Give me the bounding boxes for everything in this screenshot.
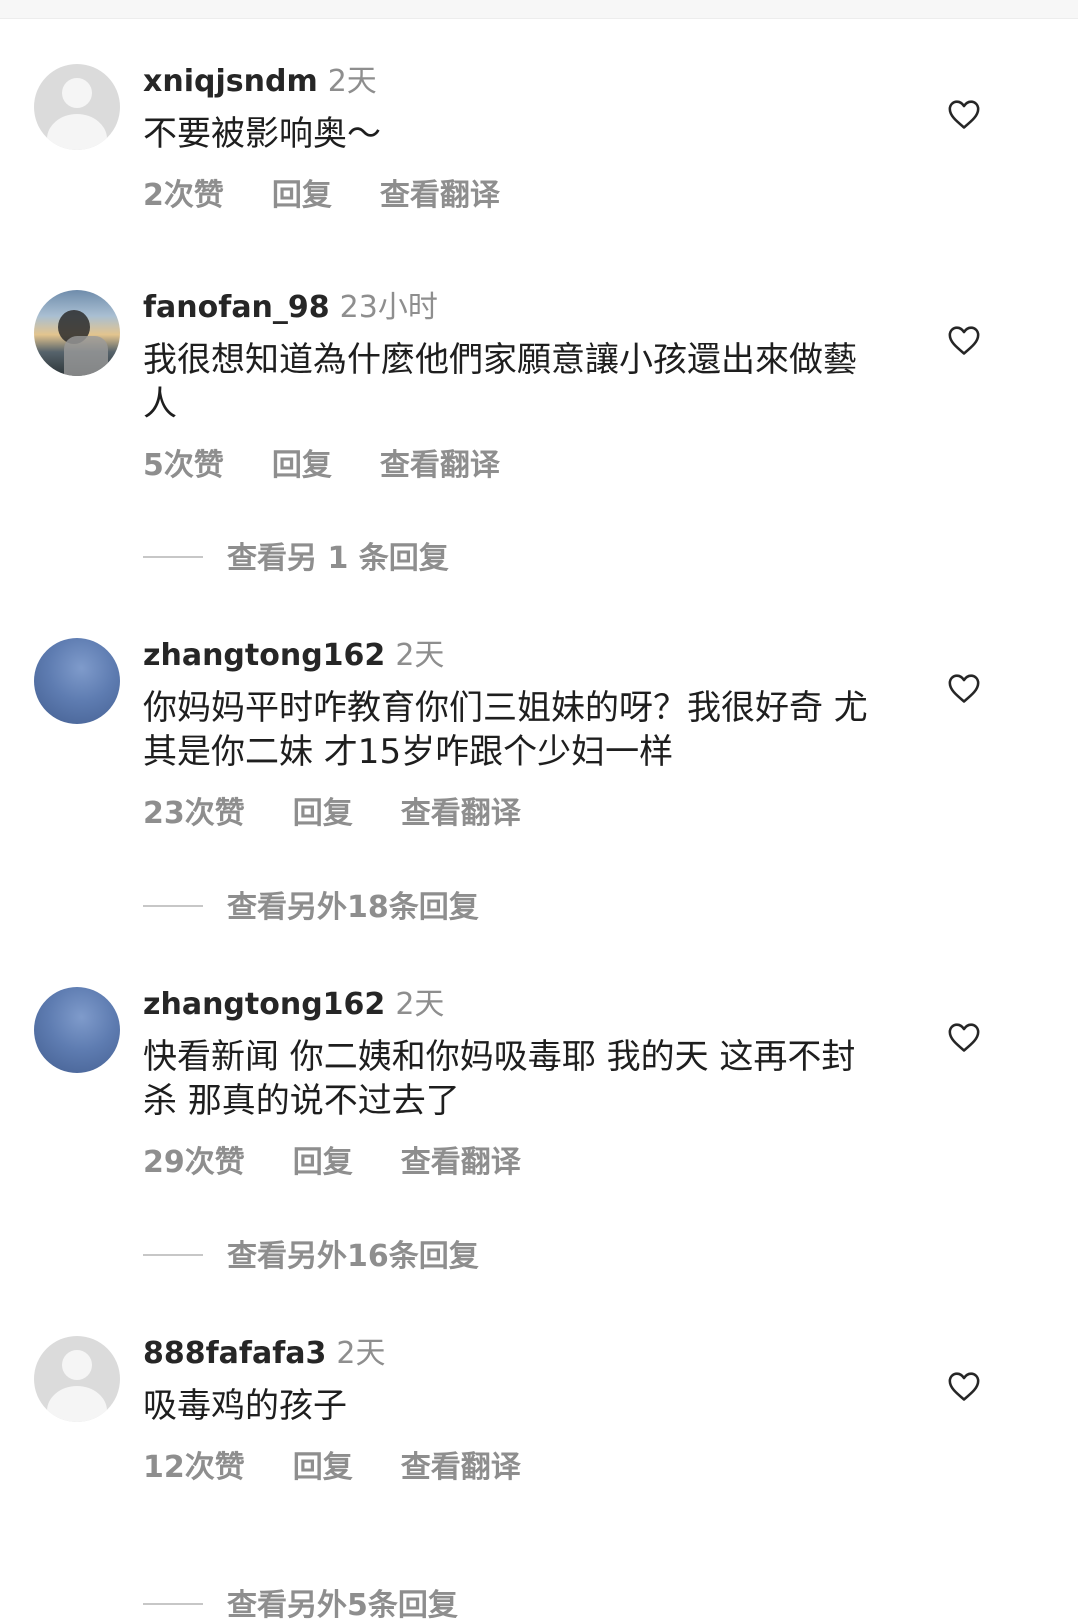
comment-actions: 12次赞 回复 查看翻译 [143,1450,903,1486]
like-count[interactable]: 5次赞 [143,448,224,483]
username-link[interactable]: zhangtong162 [143,638,385,673]
replies-divider [143,555,203,558]
comment-actions: 29次赞 回复 查看翻译 [143,1145,903,1181]
comment-text: 不要被影响奥～ [143,114,381,154]
like-count[interactable]: 2次赞 [143,178,224,213]
comment-time: 2天 [336,1336,386,1371]
view-more-replies-label[interactable]: 查看另外16条回复 [227,1239,479,1274]
comment-text: 你妈妈平时咋教育你们三姐妹的呀？我很好奇 尤其是你二妹 才15岁咋跟个少妇一样 [143,688,868,772]
comment-header: 888fafafa3 2天 [143,1336,903,1372]
reply-button[interactable]: 回复 [293,1450,353,1485]
comment-time: 2天 [327,64,377,99]
default-avatar-icon[interactable] [34,64,120,150]
translate-button[interactable]: 查看翻译 [380,448,500,483]
replies-divider [143,1253,203,1256]
translate-button[interactable]: 查看翻译 [401,796,521,831]
username-link[interactable]: zhangtong162 [143,987,385,1022]
comment-header: xniqjsndm 2天 [143,64,903,100]
comment-content: fanofan_98 23小时 我很想知道為什麼他們家願意讓小孩還出來做藝人 5次… [143,290,903,484]
translate-button[interactable]: 查看翻译 [401,1450,521,1485]
reply-button[interactable]: 回复 [293,1145,353,1180]
heart-outline-icon[interactable] [947,98,981,130]
username-link[interactable]: xniqjsndm [143,64,318,99]
reply-button[interactable]: 回复 [272,448,332,483]
username-link[interactable]: 888fafafa3 [143,1336,326,1371]
comment-actions: 2次赞 回复 查看翻译 [143,178,903,214]
replies-divider [143,1602,203,1605]
comment-header: fanofan_98 23小时 [143,290,903,326]
comment-actions: 5次赞 回复 查看翻译 [143,448,903,484]
blue-avatar-icon[interactable] [34,987,120,1073]
view-more-replies-label[interactable]: 查看另 1 条回复 [227,541,449,576]
default-avatar-icon[interactable] [34,1336,120,1422]
comment-text: 快看新闻 你二姨和你妈吸毒耶 我的天 这再不封杀 那真的说不过去了 [143,1037,856,1121]
photo-avatar-icon[interactable] [34,290,120,376]
comment-actions: 23次赞 回复 查看翻译 [143,796,903,832]
translate-button[interactable]: 查看翻译 [380,178,500,213]
heart-outline-icon[interactable] [947,1370,981,1402]
comment-content: 888fafafa3 2天 吸毒鸡的孩子 12次赞 回复 查看翻译 [143,1336,903,1486]
translate-button[interactable]: 查看翻译 [401,1145,521,1180]
reply-button[interactable]: 回复 [272,178,332,213]
view-more-replies-button[interactable]: 查看另外18条回复 [143,890,479,926]
like-count[interactable]: 12次赞 [143,1450,245,1485]
view-more-replies-button[interactable]: 查看另外16条回复 [143,1239,479,1275]
top-divider [0,0,1078,19]
comment-content: xniqjsndm 2天 不要被影响奥～ 2次赞 回复 查看翻译 [143,64,903,214]
comment-time: 2天 [395,987,445,1022]
blue-avatar-icon[interactable] [34,638,120,724]
like-count[interactable]: 29次赞 [143,1145,245,1180]
username-link[interactable]: fanofan_98 [143,290,330,325]
replies-divider [143,904,203,907]
comment-time: 2天 [395,638,445,673]
like-count[interactable]: 23次赞 [143,796,245,831]
view-more-replies-label[interactable]: 查看另外18条回复 [227,890,479,925]
comment-content: zhangtong162 2天 快看新闻 你二姨和你妈吸毒耶 我的天 这再不封杀 … [143,987,903,1181]
reply-button[interactable]: 回复 [293,796,353,831]
heart-outline-icon[interactable] [947,672,981,704]
view-more-replies-button[interactable]: 查看另 1 条回复 [143,541,449,577]
heart-outline-icon[interactable] [947,324,981,356]
comment-time: 23小时 [339,290,438,325]
comment-content: zhangtong162 2天 你妈妈平时咋教育你们三姐妹的呀？我很好奇 尤其是你… [143,638,903,832]
comment-header: zhangtong162 2天 [143,638,903,674]
comment-header: zhangtong162 2天 [143,987,903,1023]
view-more-replies-button[interactable]: 查看另外5条回复 [143,1588,458,1624]
comment-text: 我很想知道為什麼他們家願意讓小孩還出來做藝人 [143,340,857,424]
heart-outline-icon[interactable] [947,1021,981,1053]
comment-text: 吸毒鸡的孩子 [143,1386,347,1426]
